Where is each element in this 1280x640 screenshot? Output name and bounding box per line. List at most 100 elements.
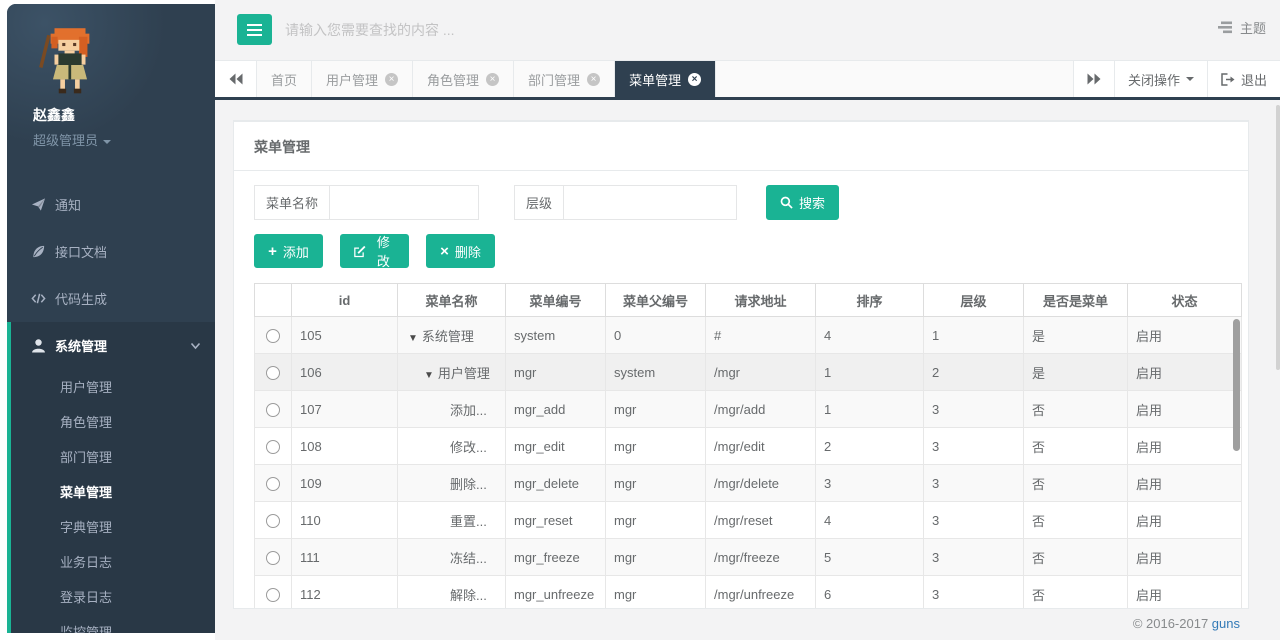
tree-collapse-icon[interactable]: ▼ xyxy=(408,333,418,344)
search-button[interactable]: 搜索 xyxy=(766,185,839,220)
brand-link[interactable]: guns xyxy=(1212,616,1240,631)
cell-sort: 3 xyxy=(816,465,924,502)
page-scrollbar-thumb[interactable] xyxy=(1276,105,1280,370)
user-role-dropdown[interactable]: 超级管理员 xyxy=(33,130,215,149)
tab-4[interactable]: 菜单管理 × xyxy=(615,61,716,97)
row-select-cell xyxy=(255,502,292,539)
cell-code: mgr_edit xyxy=(506,428,606,465)
caret-down-icon xyxy=(103,140,111,144)
cell-ismenu: 否 xyxy=(1024,391,1128,428)
sidebar-item-label: 通知 xyxy=(55,195,81,214)
table-row[interactable]: 106▼用户管理mgrsystem/mgr12是启用 xyxy=(255,354,1242,391)
search-icon xyxy=(780,196,793,209)
tab-1[interactable]: 用户管理× xyxy=(312,61,413,97)
logout-button[interactable]: 退出 xyxy=(1208,61,1280,97)
row-radio[interactable] xyxy=(266,366,280,380)
sidebar-subitem-2[interactable]: 部门管理 xyxy=(11,439,215,474)
cell-name: 删除... xyxy=(398,465,506,502)
sidebar-item-0[interactable]: 通知 xyxy=(7,181,215,228)
tab-0[interactable]: 首页 xyxy=(257,61,312,97)
sidebar-item-1[interactable]: 接口文档 xyxy=(7,228,215,275)
cell-sort: 1 xyxy=(816,391,924,428)
sidebar-subitem-3[interactable]: 菜单管理 xyxy=(11,474,215,509)
close-icon: × xyxy=(440,244,449,259)
cell-ismenu: 是 xyxy=(1024,354,1128,391)
row-radio[interactable] xyxy=(266,329,280,343)
sidebar-subitem-1[interactable]: 角色管理 xyxy=(11,404,215,439)
cell-url: /mgr/reset xyxy=(706,502,816,539)
row-radio[interactable] xyxy=(266,551,280,565)
table-row[interactable]: 109删除...mgr_deletemgr/mgr/delete33否启用 xyxy=(255,465,1242,502)
cell-id: 112 xyxy=(292,576,398,610)
menu-management-panel: 菜单管理 菜单名称 层级 搜索 +添加 xyxy=(233,120,1249,609)
tab-3[interactable]: 部门管理 × xyxy=(514,61,615,97)
cell-name: 修改... xyxy=(398,428,506,465)
sidebar-item-3[interactable]: 系统管理 xyxy=(11,322,215,369)
cell-sort: 5 xyxy=(816,539,924,576)
cell-levels: 3 xyxy=(924,465,1024,502)
tab-close-icon[interactable]: × xyxy=(486,73,499,86)
table-row[interactable]: 112解除...mgr_unfreezemgr/mgr/unfreeze63否启… xyxy=(255,576,1242,610)
add-button[interactable]: +添加 xyxy=(254,234,323,268)
table-row[interactable]: 107添加...mgr_addmgr/mgr/add13否启用 xyxy=(255,391,1242,428)
sidebar-subitem-6[interactable]: 登录日志 xyxy=(11,579,215,614)
cell-name: ▼ 系统管理 xyxy=(398,317,506,354)
cell-id: 111 xyxy=(292,539,398,576)
row-radio[interactable] xyxy=(266,588,280,602)
tab-label: 菜单管理 xyxy=(629,70,681,89)
level-input[interactable] xyxy=(563,185,737,220)
sidebar-subitem-0[interactable]: 用户管理 xyxy=(11,369,215,404)
row-radio[interactable] xyxy=(266,403,280,417)
cell-name: 解除... xyxy=(398,576,506,610)
tabs-scroll-left-button[interactable] xyxy=(215,61,257,97)
column-header-7: 层级 xyxy=(924,284,1024,317)
cell-code: mgr_add xyxy=(506,391,606,428)
table-row[interactable]: 108修改...mgr_editmgr/mgr/edit23否启用 xyxy=(255,428,1242,465)
table-header: id菜单名称菜单编号菜单父编号请求地址排序层级是否是菜单状态 xyxy=(255,284,1242,317)
theme-button[interactable]: 主题 xyxy=(1218,18,1266,37)
table-row[interactable]: 105▼系统管理system0#41是启用 xyxy=(255,317,1242,354)
row-radio[interactable] xyxy=(266,514,280,528)
tree-collapse-icon[interactable]: ▼ xyxy=(424,370,434,381)
paper-plane-icon xyxy=(31,197,46,212)
tabs-scroll-right-button[interactable] xyxy=(1074,61,1115,97)
row-radio[interactable] xyxy=(266,477,280,491)
tab-close-icon[interactable]: × xyxy=(385,73,398,86)
sidebar-subitem-4[interactable]: 字典管理 xyxy=(11,509,215,544)
column-header-8: 是否是菜单 xyxy=(1024,284,1128,317)
edit-button[interactable]: 修改 xyxy=(340,234,409,268)
tab-label: 部门管理 xyxy=(528,70,580,89)
cell-url: /mgr/delete xyxy=(706,465,816,502)
cell-sort: 4 xyxy=(816,502,924,539)
cell-levels: 3 xyxy=(924,539,1024,576)
row-radio[interactable] xyxy=(266,440,280,454)
menu-name-text: 系统管理 xyxy=(422,329,474,344)
sidebar-item-2[interactable]: 代码生成 xyxy=(7,275,215,322)
close-operations-dropdown[interactable]: 关闭操作 xyxy=(1115,61,1208,97)
table-row[interactable]: 110重置...mgr_resetmgr/mgr/reset43否启用 xyxy=(255,502,1242,539)
copyright-text: © 2016-2017 xyxy=(1133,616,1208,631)
cell-ismenu: 否 xyxy=(1024,539,1128,576)
sidebar-subitem-5[interactable]: 业务日志 xyxy=(11,544,215,579)
global-search-input[interactable] xyxy=(285,10,885,50)
cell-name: 添加... xyxy=(398,391,506,428)
cell-levels: 3 xyxy=(924,576,1024,610)
tab-2[interactable]: 角色管理× xyxy=(413,61,514,97)
table-row[interactable]: 111冻结...mgr_freezemgr/mgr/freeze53否启用 xyxy=(255,539,1242,576)
delete-button[interactable]: ×删除 xyxy=(426,234,495,268)
sidebar-toggle-button[interactable] xyxy=(237,14,272,45)
sidebar-item-label: 代码生成 xyxy=(55,289,107,308)
sidebar-item-label: 系统管理 xyxy=(55,336,107,355)
cell-levels: 1 xyxy=(924,317,1024,354)
cell-ismenu: 否 xyxy=(1024,576,1128,610)
tab-close-icon[interactable]: × xyxy=(587,73,600,86)
caret-down-icon xyxy=(1186,77,1194,81)
sidebar-subitem-7[interactable]: 监控管理 xyxy=(11,614,215,633)
tab-close-icon[interactable]: × xyxy=(688,73,701,86)
plus-icon: + xyxy=(268,244,277,259)
cell-id: 106 xyxy=(292,354,398,391)
action-row: +添加 修改 ×删除 xyxy=(254,234,1241,268)
table-scrollbar-thumb[interactable] xyxy=(1233,319,1240,451)
chevron-down-icon xyxy=(190,340,201,351)
menu-name-input[interactable] xyxy=(329,185,479,220)
